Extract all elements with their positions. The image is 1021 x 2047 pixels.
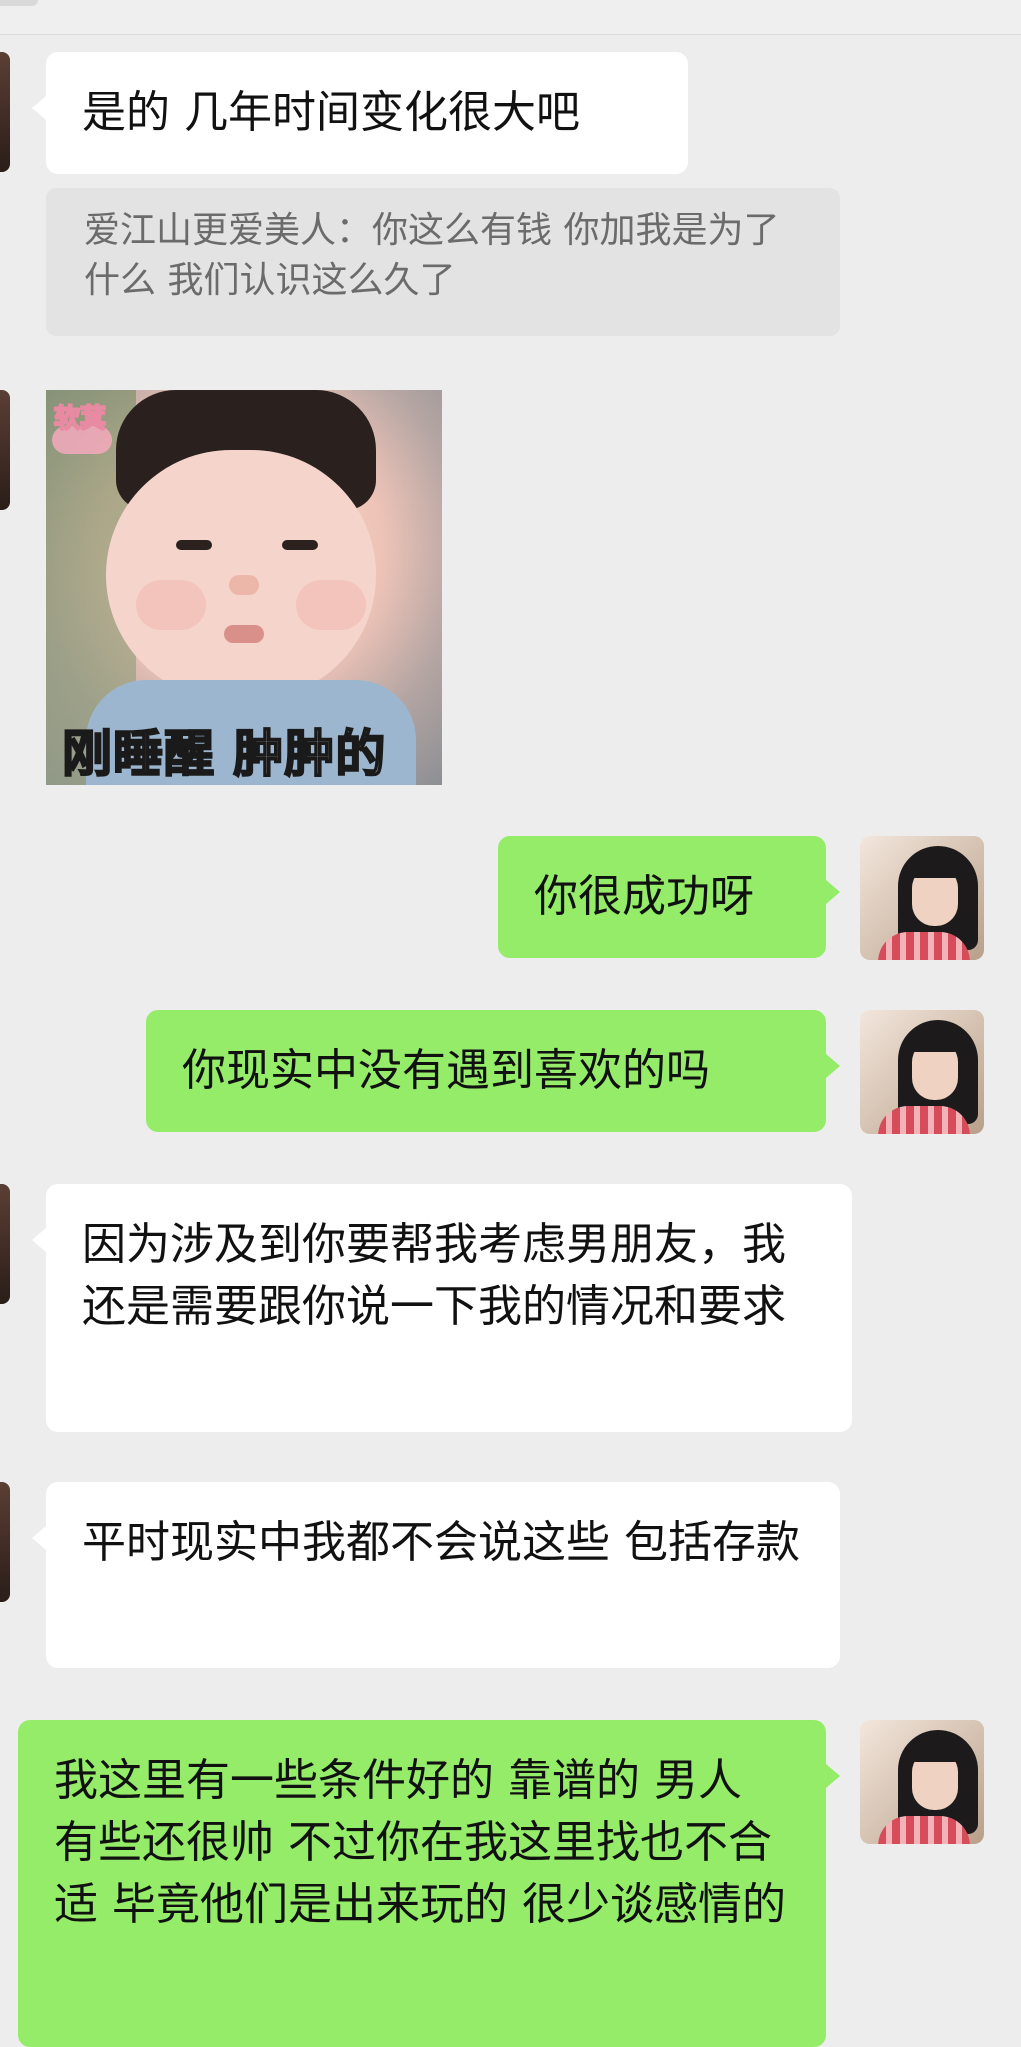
avatar-bangs bbox=[910, 1742, 960, 1762]
top-chip bbox=[0, 0, 38, 6]
message-text: 我这里有一些条件好的 靠谱的 男人 有些还很帅 不过你在我这里找也不合适 毕竟他… bbox=[54, 1755, 786, 1930]
message-bubble[interactable]: 因为涉及到你要帮我考虑男朋友，我还是需要跟你说一下我的情况和要求 bbox=[32, 1184, 852, 1432]
avatar[interactable] bbox=[860, 1720, 984, 1844]
sticker-eye bbox=[282, 540, 318, 550]
message-bubble[interactable]: 我这里有一些条件好的 靠谱的 男人 有些还很帅 不过你在我这里找也不合适 毕竟他… bbox=[18, 1720, 840, 2047]
avatar-shirt bbox=[878, 932, 970, 960]
avatar[interactable] bbox=[0, 52, 10, 172]
message-bubble[interactable]: 你很成功呀 bbox=[498, 836, 840, 958]
sticker-nose bbox=[229, 575, 259, 595]
sticker-cheek bbox=[296, 580, 366, 630]
message-bubble[interactable]: 平时现实中我都不会说这些 包括存款 bbox=[32, 1482, 840, 1668]
avatar[interactable] bbox=[0, 390, 10, 510]
sticker-mouth bbox=[224, 625, 264, 643]
avatar[interactable] bbox=[0, 1184, 10, 1304]
sticker-caption: 刚睡醒 肿肿的 bbox=[61, 724, 387, 784]
avatar[interactable] bbox=[860, 1010, 984, 1134]
quoted-message[interactable]: 爱江山更爱美人：你这么有钱 你加我是为了什么 我们认识这么久了 bbox=[46, 188, 840, 336]
quote-text: 爱江山更爱美人：你这么有钱 你加我是为了什么 我们认识这么久了 bbox=[84, 210, 780, 301]
message-bubble[interactable]: 是的 几年时间变化很大吧 bbox=[32, 52, 688, 174]
sticker-badge: 软萁 bbox=[53, 403, 107, 435]
avatar-bangs bbox=[910, 858, 960, 878]
sticker-cheek bbox=[136, 580, 206, 630]
avatar[interactable] bbox=[860, 836, 984, 960]
avatar-bangs bbox=[910, 1032, 960, 1052]
message-text: 因为涉及到你要帮我考虑男朋友，我还是需要跟你说一下我的情况和要求 bbox=[82, 1219, 786, 1332]
sticker-eye bbox=[176, 540, 212, 550]
sticker-image[interactable]: 软萁 刚睡醒 肿肿的 bbox=[46, 390, 442, 785]
top-divider bbox=[0, 0, 1021, 35]
message-bubble[interactable]: 你现实中没有遇到喜欢的吗 bbox=[146, 1010, 840, 1132]
message-text: 你现实中没有遇到喜欢的吗 bbox=[182, 1045, 710, 1096]
message-text: 平时现实中我都不会说这些 包括存款 bbox=[82, 1517, 800, 1568]
message-text: 你很成功呀 bbox=[534, 871, 754, 922]
message-text: 是的 几年时间变化很大吧 bbox=[82, 87, 580, 138]
avatar-shirt bbox=[878, 1816, 970, 1844]
avatar-shirt bbox=[878, 1106, 970, 1134]
avatar[interactable] bbox=[0, 1482, 10, 1602]
